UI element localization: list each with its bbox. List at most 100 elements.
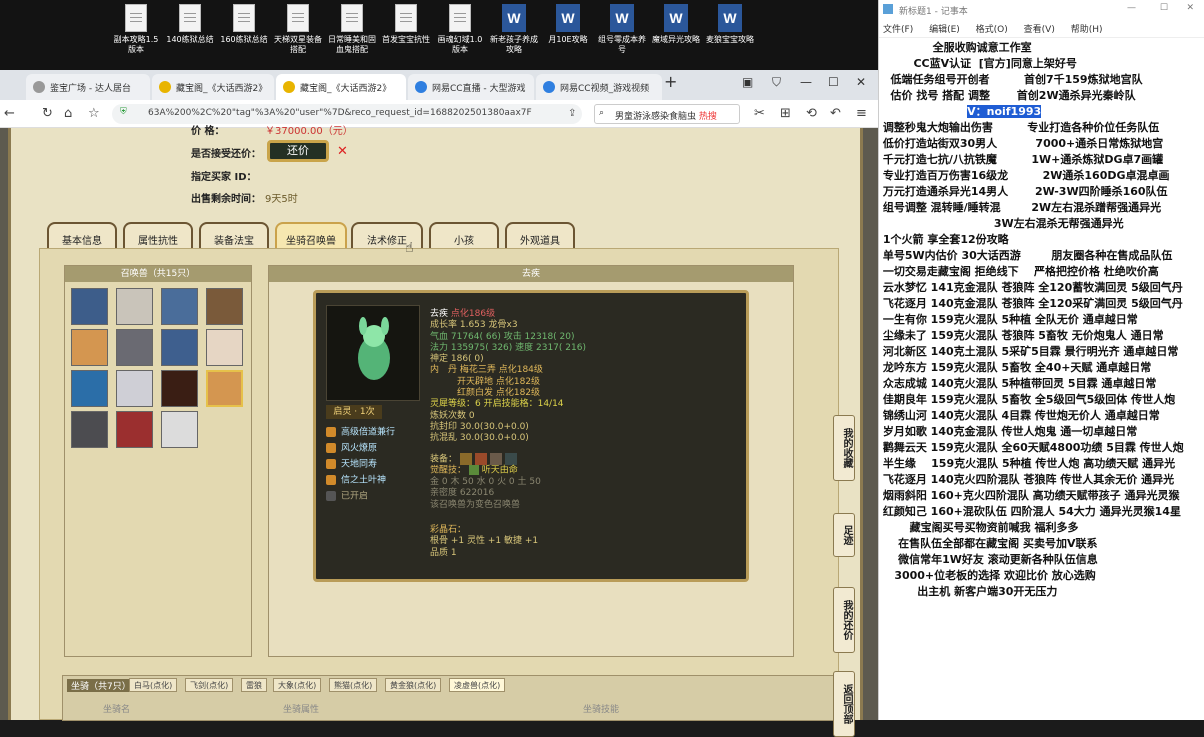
skill-item[interactable]: 风火燎原: [326, 443, 377, 455]
jewel-line: 品质 1: [430, 547, 457, 558]
desktop-icon[interactable]: 140练狱总结: [164, 4, 216, 45]
equip-icon[interactable]: [489, 452, 502, 465]
mount-tab[interactable]: 熊猫(点化): [329, 678, 378, 692]
browser-tab[interactable]: 藏宝阁_《大话西游2》: [152, 74, 274, 100]
pet-list-title: 召唤兽（共15只）: [65, 266, 251, 282]
tab-child[interactable]: 小孩: [429, 222, 499, 250]
skill-item[interactable]: 已开启: [326, 491, 368, 503]
pet-thumb[interactable]: [206, 329, 243, 366]
browser-tab[interactable]: 鉴宝广场 - 达人居台: [26, 74, 150, 100]
history-button[interactable]: 足迹: [833, 513, 855, 557]
pet-thumb[interactable]: [71, 370, 108, 407]
mount-tab[interactable]: 白马(点化): [129, 678, 178, 692]
pet-thumb[interactable]: [116, 370, 153, 407]
tab-basic-info[interactable]: 基本信息: [47, 222, 117, 250]
pet-thumb-selected[interactable]: [206, 370, 243, 407]
reload-icon[interactable]: ↻: [42, 106, 53, 121]
menu-grid-icon[interactable]: ⊞: [780, 106, 791, 121]
pet-thumb[interactable]: [116, 288, 153, 325]
pet-note: 该召唤兽为变色召唤兽: [430, 499, 521, 510]
pet-thumb[interactable]: [206, 288, 243, 325]
tab-appearance[interactable]: 外观道具: [505, 222, 575, 250]
desktop-icon[interactable]: 首发宝宝抗性: [380, 4, 432, 45]
my-offers-button[interactable]: 我的还价: [833, 587, 855, 653]
favorites-button[interactable]: 我的收藏: [833, 415, 855, 481]
refresh-alt-icon[interactable]: ⟲: [806, 106, 817, 121]
minimize-icon[interactable]: —: [800, 75, 812, 89]
menu-file[interactable]: 文件(F): [883, 25, 913, 35]
skill-item[interactable]: 高级倍道兼行: [326, 427, 395, 439]
menu-edit[interactable]: 编辑(E): [929, 25, 960, 35]
menu-help[interactable]: 帮助(H): [1071, 25, 1103, 35]
notepad-line: 1个火箭 享全套12份攻略: [879, 233, 1009, 246]
desktop-icon[interactable]: W 月10E攻略: [542, 4, 594, 45]
notepad-line: 低价打造站街双30男人 7000+通杀日常炼狱地宫: [879, 137, 1164, 150]
menu-icon[interactable]: ≡: [856, 106, 867, 121]
pet-thumb[interactable]: [71, 411, 108, 448]
pet-thumb[interactable]: [161, 329, 198, 366]
tab-equipment[interactable]: 装备法宝: [199, 222, 269, 250]
browser-tab-active[interactable]: 藏宝阁_《大话西游2》: [276, 74, 406, 100]
pet-thumb[interactable]: [71, 288, 108, 325]
back-icon[interactable]: ←: [4, 106, 15, 121]
equip-icon[interactable]: [459, 452, 472, 465]
pet-thumb[interactable]: [116, 411, 153, 448]
close-x-icon[interactable]: ✕: [337, 144, 348, 159]
equip-icon[interactable]: [504, 452, 517, 465]
browser-tab[interactable]: 网易CC直播 - 大型游戏: [408, 74, 534, 100]
shirt-icon[interactable]: ⛉: [772, 75, 781, 90]
url-input[interactable]: ⛨ 63A%200%2C%20"tag"%3A%20"user"%7D&reco_…: [112, 104, 582, 124]
notepad-text-area[interactable]: 全服收购诚意工作室 CC蓝V认证 [官方]同意上架好号 低端任务组号开创者 首创…: [879, 40, 1204, 720]
intimacy-line: 亲密度 622016: [430, 488, 495, 499]
new-tab-icon[interactable]: +: [664, 72, 677, 91]
price-label: 价 格：: [191, 126, 225, 137]
counter-offer-button[interactable]: 还价: [267, 140, 329, 162]
desktop-icon[interactable]: 天梯双星装备搭配: [272, 4, 324, 55]
pet-tag: 点化186级: [450, 309, 496, 319]
desktop-icon[interactable]: W 组号零成本养号: [596, 4, 648, 55]
skill-item[interactable]: 信之土叶神: [326, 475, 386, 487]
tab-mounts-pets[interactable]: 坐骑召唤兽: [275, 222, 347, 250]
notepad-line: 佳期良年 159克火混队 5畜牧 全5级回气5级回体 传世人炮: [879, 393, 1176, 406]
pet-sprite-icon: [358, 317, 390, 380]
extension-icon[interactable]: ✂: [754, 106, 765, 121]
mount-tab[interactable]: 黄金狼(点化): [385, 678, 442, 692]
equip-label: 装备：: [430, 454, 458, 465]
desktop-icon[interactable]: W 魔域异光攻略: [650, 4, 702, 45]
search-input[interactable]: ⌕ 男童游泳感染食脑虫 热搜: [594, 104, 740, 124]
maximize-icon[interactable]: ☐: [1160, 3, 1168, 13]
skill-item[interactable]: 天地同寿: [326, 459, 377, 471]
pet-thumb[interactable]: [161, 370, 198, 407]
pet-thumb[interactable]: [161, 411, 198, 448]
desktop-icon[interactable]: W 新老孩子养成攻略: [488, 4, 540, 55]
desktop-icon[interactable]: W 麦狼宝宝攻略: [704, 4, 756, 45]
equip-icon[interactable]: [474, 452, 487, 465]
pet-thumb[interactable]: [116, 329, 153, 366]
close-icon[interactable]: ✕: [1186, 3, 1194, 13]
address-bar: ← ↻ ⌂ ☆ ⛨ 63A%200%2C%20"tag"%3A%20"user"%…: [0, 100, 878, 128]
menu-view[interactable]: 查看(V): [1024, 25, 1055, 35]
share-icon[interactable]: ⇪: [568, 108, 576, 119]
close-icon[interactable]: ✕: [856, 75, 866, 89]
desktop-icon[interactable]: 160练狱总结: [218, 4, 270, 45]
notepad-line: 3W左右混杀无帮强通异光: [879, 217, 1124, 230]
pet-thumb[interactable]: [161, 288, 198, 325]
bookmark-icon[interactable]: ☆: [88, 106, 100, 121]
desktop-icon[interactable]: 画魂幻域1.0版本: [434, 4, 486, 55]
pet-thumb[interactable]: [71, 329, 108, 366]
home-icon[interactable]: ⌂: [64, 106, 72, 121]
mount-tab[interactable]: 大象(点化): [273, 678, 322, 692]
menu-format[interactable]: 格式(O): [976, 25, 1008, 35]
browser-tab[interactable]: 网易CC视频_游戏视频: [536, 74, 662, 100]
mount-tab[interactable]: 雷狼: [241, 678, 267, 692]
desktop-icon[interactable]: 日常睡美和固血鬼搭配: [326, 4, 378, 55]
undo-icon[interactable]: ↶: [830, 106, 841, 121]
maximize-icon[interactable]: ☐: [828, 75, 839, 89]
tab-list-icon[interactable]: ▣: [742, 75, 753, 89]
back-to-top-button[interactable]: 返回顶部: [833, 671, 855, 737]
mount-tab[interactable]: 飞剑(点化): [185, 678, 234, 692]
desktop-icon[interactable]: 副本攻略1.5版本: [110, 4, 162, 55]
tab-attributes[interactable]: 属性抗性: [123, 222, 193, 250]
minimize-icon[interactable]: —: [1127, 3, 1136, 13]
mount-tab-active[interactable]: 凌虚兽(点化): [449, 678, 506, 692]
